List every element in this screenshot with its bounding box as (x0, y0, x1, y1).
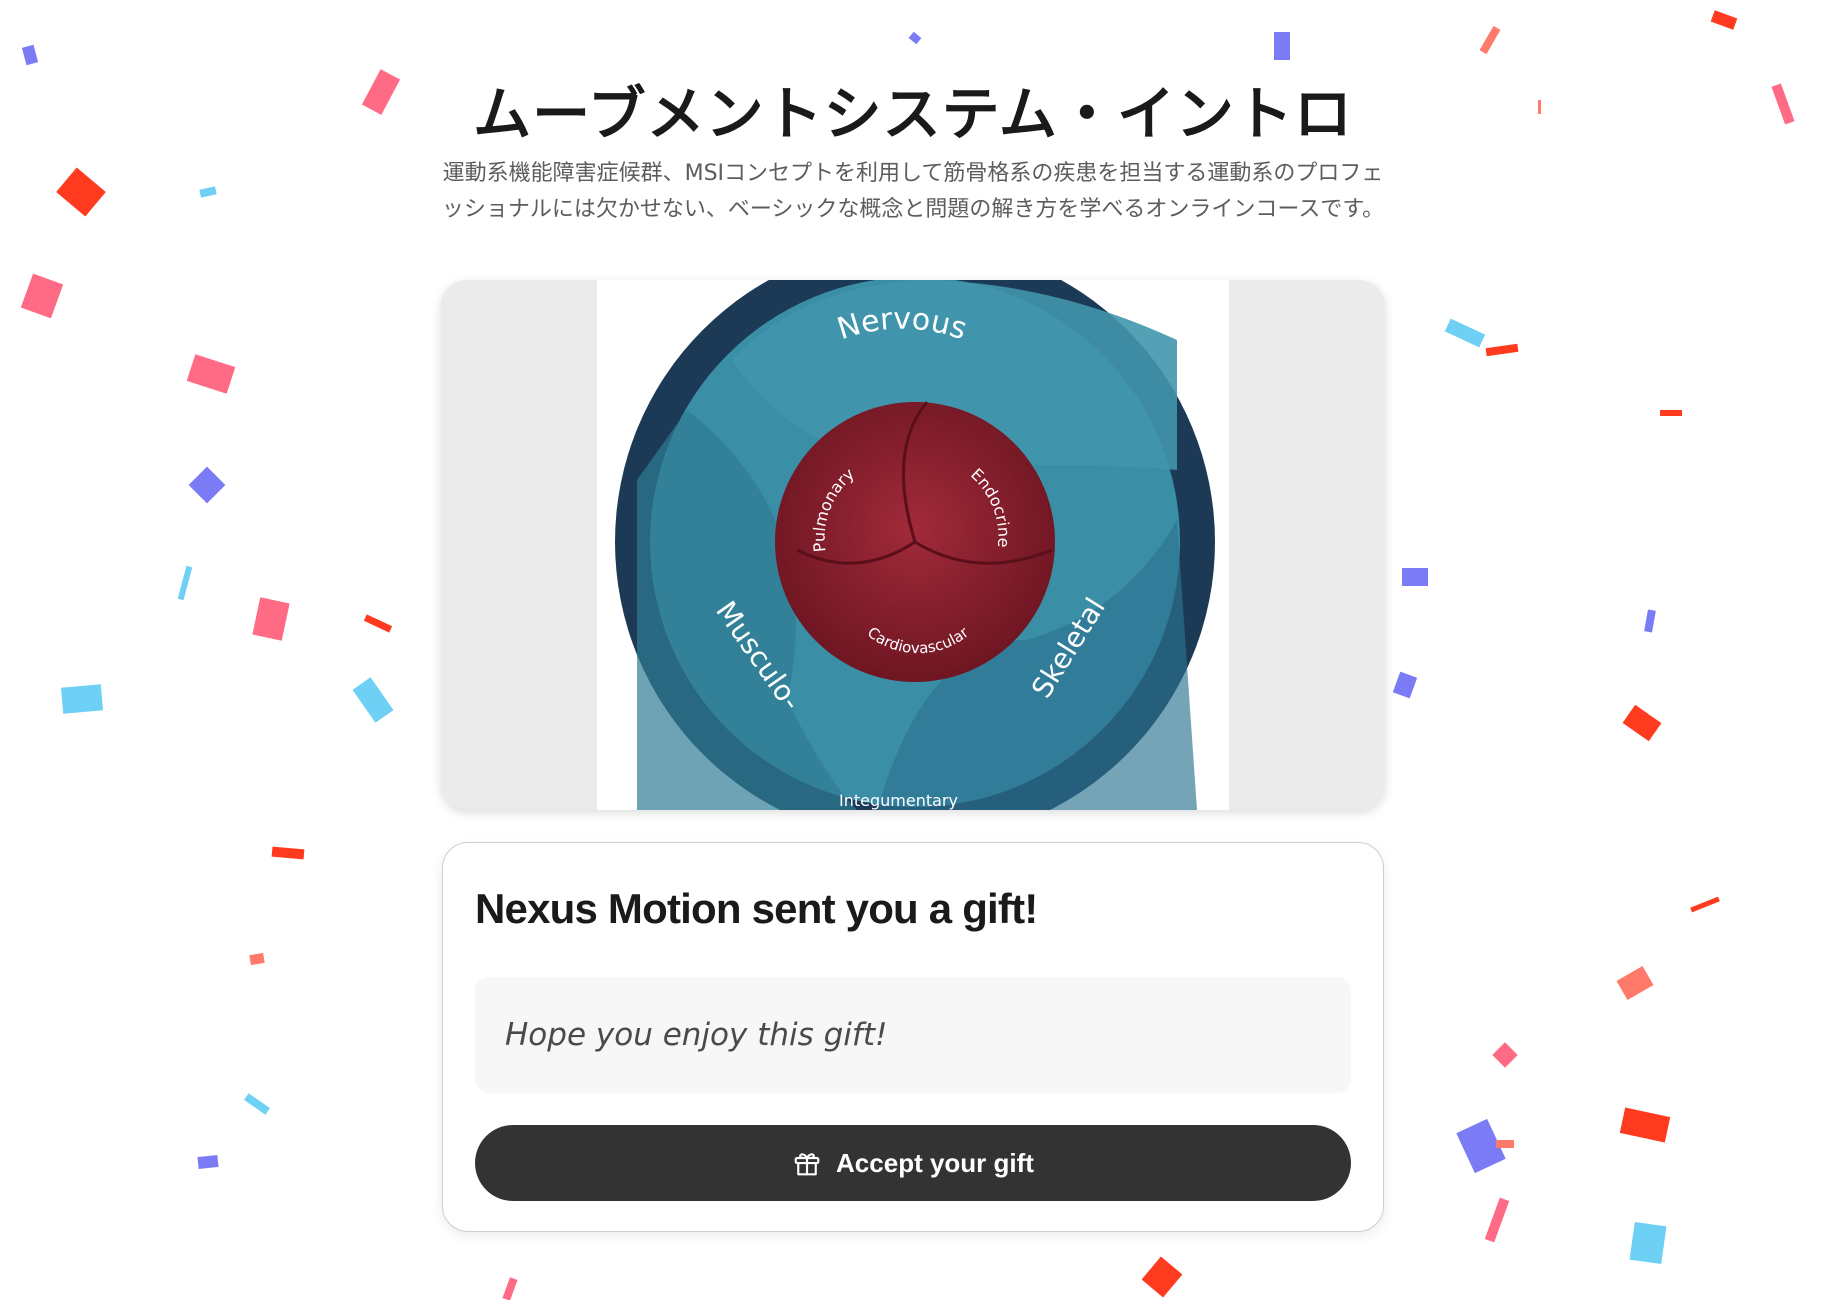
gift-heading: Nexus Motion sent you a gift! (475, 885, 1038, 932)
confetti-piece (1644, 609, 1656, 633)
confetti-piece (352, 677, 394, 723)
movement-system-wheel: Nervous Musculo- Skeletal Integumentary … (615, 280, 1215, 810)
confetti-piece (363, 614, 393, 633)
confetti-piece (502, 1277, 518, 1300)
confetti-piece (1479, 25, 1501, 55)
gift-icon (792, 1148, 822, 1178)
confetti-piece (20, 273, 64, 319)
gift-content: ムーブメントシステム・イントロ 運動系機能障害症候群、MSIコンセプトを利用して… (441, 0, 1385, 1232)
confetti-piece (186, 354, 236, 394)
confetti-piece (1392, 671, 1418, 699)
confetti-piece (252, 597, 290, 641)
accept-gift-button[interactable]: Accept your gift (475, 1125, 1351, 1201)
confetti-piece (1538, 100, 1541, 114)
confetti-piece (1622, 704, 1662, 742)
course-hero-card: Nervous Musculo- Skeletal Integumentary … (441, 280, 1385, 810)
gift-card: Nexus Motion sent you a gift! Hope you e… (442, 842, 1384, 1232)
accept-gift-label: Accept your gift (836, 1147, 1034, 1178)
course-title: ムーブメントシステム・イントロ (473, 80, 1353, 148)
confetti-piece (1492, 1042, 1518, 1068)
course-hero-image: Nervous Musculo- Skeletal Integumentary … (597, 280, 1229, 810)
confetti-piece (1619, 1107, 1671, 1143)
confetti-piece (199, 186, 217, 198)
confetti-piece (1771, 83, 1795, 125)
gift-page: ムーブメントシステム・イントロ 運動系機能障害症候群、MSIコンセプトを利用して… (0, 0, 1826, 1300)
gift-message: Hope you enjoy this gift! (475, 977, 1351, 1093)
confetti-piece (1616, 965, 1654, 1001)
confetti-piece (1629, 1221, 1667, 1265)
confetti-piece (1444, 318, 1486, 348)
confetti-piece (1660, 410, 1682, 416)
confetti-piece (1690, 896, 1720, 913)
confetti-piece (361, 69, 401, 115)
confetti-piece (249, 952, 265, 966)
confetti-piece (188, 466, 226, 504)
wheel-label-integumentary: Integumentary (839, 791, 958, 810)
confetti-piece (1710, 10, 1738, 30)
course-description: 運動系機能障害症候群、MSIコンセプトを利用して筋骨格系の疾患を担当する運動系の… (441, 161, 1385, 222)
confetti-piece (21, 44, 39, 66)
confetti-piece (1485, 343, 1519, 357)
confetti-piece (1496, 1140, 1514, 1148)
confetti-piece (1456, 1118, 1506, 1174)
confetti-piece (244, 1093, 270, 1115)
confetti-piece (1484, 1197, 1510, 1243)
confetti-piece (1402, 568, 1428, 586)
confetti-piece (197, 1154, 219, 1170)
confetti-piece (60, 684, 104, 714)
confetti-piece (56, 167, 106, 217)
confetti-piece (1141, 1256, 1183, 1298)
confetti-piece (271, 846, 305, 860)
confetti-piece (177, 565, 193, 601)
